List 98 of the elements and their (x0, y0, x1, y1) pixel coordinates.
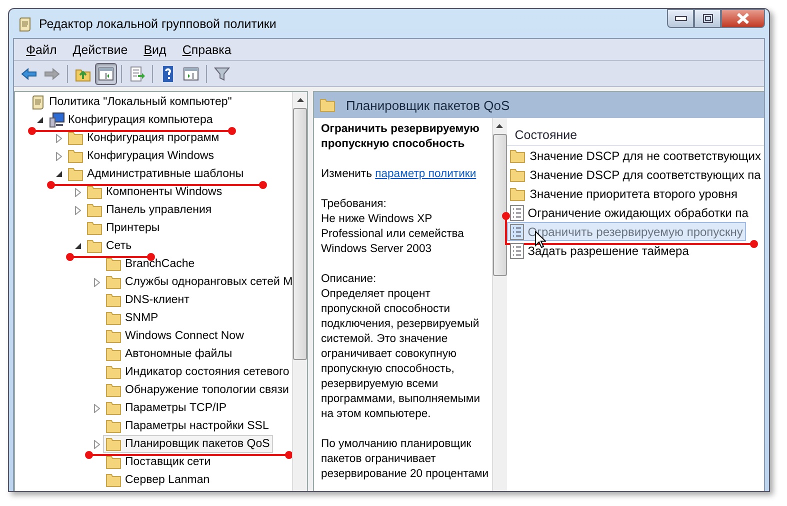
list-item[interactable]: Задать разрешение таймера (506, 241, 692, 260)
close-button[interactable] (721, 9, 765, 28)
description-label: Описание: (321, 272, 378, 287)
folder-icon (106, 311, 122, 325)
folder-icon (510, 186, 526, 200)
tree-item[interactable]: Службы одноранговых сетей М (103, 273, 292, 291)
maximize-icon (702, 14, 712, 23)
document-list-icon (510, 224, 524, 240)
policy-setting-link[interactable]: параметр политики (375, 168, 476, 180)
scroll-up-arrow-icon[interactable] (496, 124, 504, 128)
column-header[interactable]: Состояние (506, 125, 764, 146)
scroll-icon (17, 16, 33, 32)
list-item[interactable]: Значение DSCP для не соответствующих (506, 146, 764, 165)
expand-arrow-icon[interactable] (56, 134, 62, 142)
policy-title: Ограничить резервируемую пропускную способность (321, 122, 480, 152)
tree-item[interactable]: Windows Connect Now (103, 327, 247, 345)
tree-item[interactable]: Административные шаблоны (65, 165, 247, 183)
tree-item[interactable]: Обнаружение топологии связи (103, 381, 292, 399)
expand-arrow-icon[interactable] (94, 440, 100, 448)
collapse-arrow-icon[interactable] (56, 170, 62, 178)
scroll-up-arrow-icon[interactable] (296, 98, 304, 102)
folder-icon (87, 203, 103, 217)
list-item[interactable]: Ограничение ожидающих обработки па (506, 203, 752, 222)
menu-item[interactable]: Вид (136, 42, 174, 56)
tree-item[interactable]: Политика "Локальный компьютер" (27, 93, 235, 111)
tree-item[interactable]: Планировщик пакетов QoS (103, 435, 273, 453)
folder-icon (510, 148, 526, 162)
tree-item[interactable]: Конфигурация программ (65, 129, 222, 147)
computer-icon (49, 112, 65, 128)
folder-icon (106, 329, 122, 343)
description-text: Определяет процент пропускной способности подключения, резервируемый системой. Это значение ограничивает совокупную пропускную способность, резервируемую всеми программами, выполняемыми на этом компьютере. (321, 287, 482, 422)
folder-icon (87, 239, 103, 253)
panel-icon (97, 64, 115, 82)
folder-icon (106, 401, 122, 415)
folder-icon (320, 98, 336, 112)
expand-arrow-icon[interactable] (75, 206, 81, 214)
window-title: Редактор локальной групповой политики (39, 16, 276, 30)
menu-item[interactable]: Действие (64, 42, 136, 56)
list-item[interactable]: Значение DSCP для соответствующих па (506, 165, 764, 184)
panel-icon (182, 64, 200, 82)
scrollbar[interactable] (292, 92, 307, 491)
panel-toggle-button[interactable] (95, 62, 117, 84)
maximize-button[interactable] (694, 9, 721, 28)
requirements-label: Требования: (321, 197, 388, 212)
folder-icon (106, 365, 122, 379)
minimize-icon (674, 16, 686, 22)
expand-arrow-icon[interactable] (94, 278, 100, 286)
expand-arrow-icon[interactable] (56, 152, 62, 160)
folder-icon (106, 455, 122, 469)
close-icon (736, 13, 750, 24)
list-item[interactable]: Значение приоритета второго уровня (506, 184, 741, 203)
expand-arrow-icon[interactable] (75, 188, 81, 196)
folder-icon (106, 437, 122, 451)
tree-item[interactable]: Параметры TCP/IP (103, 399, 230, 417)
pane-title: Планировщик пакетов QoS (346, 98, 510, 112)
edit-label: Изменить (321, 168, 372, 180)
folder-icon (106, 419, 122, 433)
tree-item[interactable]: BranchCache (103, 255, 198, 273)
tree-item[interactable]: Панель управления (84, 201, 215, 219)
menu-item[interactable]: Справка (174, 42, 240, 56)
tree-item[interactable]: Параметры настройки SSL (103, 417, 272, 435)
document-list-icon (510, 242, 524, 258)
collapse-arrow-icon[interactable] (74, 242, 82, 250)
tree-item[interactable]: Автономные файлы (103, 345, 236, 363)
folder-icon (106, 347, 122, 361)
collapse-arrow-icon[interactable] (36, 116, 44, 124)
tree-item[interactable]: SNMP (103, 309, 162, 327)
folder-icon (68, 149, 84, 163)
minimize-button[interactable] (667, 9, 694, 28)
document-list-icon (510, 204, 524, 220)
default-note: По умолчанию планировщик пакетов ограничивает резервирование 20 процентами (321, 437, 490, 482)
folder-icon (87, 221, 103, 235)
folder-icon (106, 293, 122, 307)
tree-item[interactable]: Компоненты Windows (84, 183, 226, 201)
folder-icon (68, 131, 84, 145)
folder-icon (106, 257, 122, 271)
requirements-text: Не ниже Windows XP Professional или семейства Windows Server 2003 (321, 212, 465, 257)
tree-item[interactable]: Поставщик сети (103, 453, 214, 471)
export-list-icon (128, 64, 146, 82)
filter-icon (213, 64, 231, 82)
folder-icon (106, 473, 122, 487)
menu-item[interactable]: Файл (18, 42, 65, 56)
tree-item[interactable]: Конфигурация Windows (65, 147, 218, 165)
folder-icon (106, 383, 122, 397)
list-item[interactable]: Ограничить резервируемую пропускну (506, 222, 746, 241)
tree-item[interactable]: Индикатор состояния сетевого (103, 363, 292, 381)
folder-icon (87, 185, 103, 199)
tree-item[interactable]: Сеть (84, 237, 135, 255)
tree-item[interactable]: Принтеры (84, 219, 163, 237)
folder-icon (510, 168, 526, 182)
tree-item[interactable]: DNS-клиент (103, 291, 192, 309)
tree-item[interactable]: Конфигурация компьютера (46, 111, 216, 129)
expand-arrow-icon[interactable] (94, 404, 100, 412)
folder-icon (106, 275, 122, 289)
tree-item[interactable]: Сервер Lanman (103, 471, 213, 489)
scroll-icon (30, 94, 46, 110)
folder-icon (68, 167, 84, 181)
scrollbar[interactable] (492, 118, 507, 491)
